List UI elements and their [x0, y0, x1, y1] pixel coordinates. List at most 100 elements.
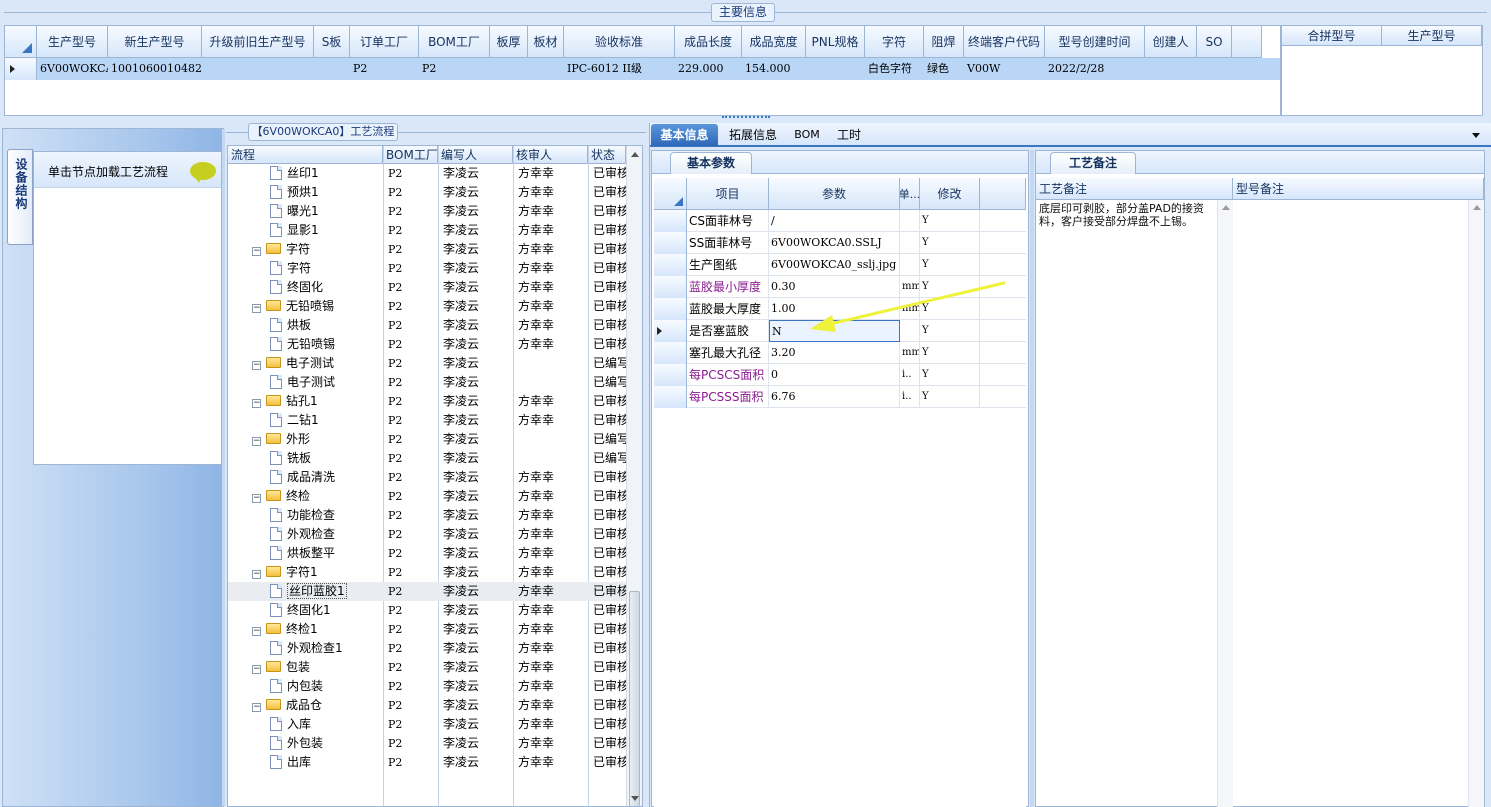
collapse-icon[interactable]: − — [252, 437, 261, 446]
main-col-pnl[interactable]: PNL规格 — [806, 26, 865, 58]
param-value[interactable]: 0 — [769, 364, 900, 386]
flow-row[interactable]: 电子测试 P2 李凌云 已编写 — [228, 373, 626, 392]
main-col-thickness[interactable]: 板厚 — [490, 26, 528, 58]
flow-row[interactable]: 功能检查 P2 李凌云 方幸幸 已审核 — [228, 506, 626, 525]
equipment-structure-tab[interactable]: 设备结构 — [7, 149, 33, 245]
collapse-icon[interactable]: − — [252, 703, 261, 712]
flow-row[interactable]: 无铅喷锡 P2 李凌云 方幸幸 已审核 — [228, 335, 626, 354]
param-col-unit[interactable]: 单... — [900, 178, 920, 210]
process-note-header[interactable]: 工艺备注 — [1036, 178, 1233, 200]
param-row[interactable]: 是否塞蓝胶 N Y — [654, 320, 1026, 342]
scroll-up-icon[interactable] — [631, 152, 639, 157]
param-col-value[interactable]: 参数 — [769, 178, 900, 210]
collapse-icon[interactable]: − — [252, 494, 261, 503]
main-cell-bom-factory[interactable]: P2 — [419, 58, 490, 80]
main-col-order-factory[interactable]: 订单工厂 — [350, 26, 419, 58]
main-col-so[interactable]: SO — [1197, 26, 1232, 58]
scroll-thumb[interactable] — [629, 591, 640, 806]
param-value[interactable]: 3.20 — [769, 342, 900, 364]
process-notes-tab[interactable]: 工艺备注 — [1050, 152, 1136, 174]
flow-row[interactable]: − 包装 P2 李凌云 方幸幸 已审核 — [228, 658, 626, 677]
flow-row[interactable]: 丝印1 P2 李凌云 方幸幸 已审核 — [228, 164, 626, 183]
flow-row[interactable]: − 钻孔1 P2 李凌云 方幸幸 已审核 — [228, 392, 626, 411]
tab-bom[interactable]: BOM — [788, 124, 826, 146]
flow-row[interactable]: − 电子测试 P2 李凌云 已编写 — [228, 354, 626, 373]
flow-row[interactable]: − 终检1 P2 李凌云 方幸幸 已审核 — [228, 620, 626, 639]
merge-prod-model-header[interactable]: 生产型号 — [1382, 26, 1482, 46]
flow-row[interactable]: 出库 P2 李凌云 方幸幸 已审核 — [228, 753, 626, 772]
flow-row[interactable]: − 字符 P2 李凌云 方幸幸 已审核 — [228, 240, 626, 259]
main-col-new-model[interactable]: 新生产型号 — [108, 26, 202, 58]
param-value[interactable]: 1.00 — [769, 298, 900, 320]
flow-row[interactable]: 曝光1 P2 李凌云 方幸幸 已审核 — [228, 202, 626, 221]
main-cell-customer[interactable]: V00W — [964, 58, 1045, 80]
tab-basic-info[interactable]: 基本信息 — [651, 124, 718, 146]
param-value[interactable]: N — [769, 320, 900, 342]
flow-row[interactable]: 成品清洗 P2 李凌云 方幸幸 已审核 — [228, 468, 626, 487]
main-cell-prod-model[interactable]: 6V00WOKCA0 — [37, 58, 108, 80]
tab-work-hours[interactable]: 工时 — [830, 124, 868, 146]
collapse-icon[interactable]: − — [252, 570, 261, 579]
main-col-material[interactable]: 板材 — [528, 26, 564, 58]
param-value[interactable]: / — [769, 210, 900, 232]
param-row[interactable]: 蓝胶最小厚度 0.30 mm Y — [654, 276, 1026, 298]
param-row[interactable]: 生产图纸 6V00WOKCA0_sslj.jpg Y — [654, 254, 1026, 276]
flow-row[interactable]: − 外形 P2 李凌云 已编写 — [228, 430, 626, 449]
flow-col-3[interactable]: 核审人 — [513, 146, 588, 164]
flow-row[interactable]: − 无铅喷锡 P2 李凌云 方幸幸 已审核 — [228, 297, 626, 316]
flow-col-4[interactable]: 状态 — [588, 146, 626, 164]
process-note-text[interactable]: 底层印可剥胶，部分盖PAD的接资料，客户接受部分焊盘不上锡。 — [1039, 202, 1217, 228]
flow-row[interactable]: 铣板 P2 李凌云 已编写 — [228, 449, 626, 468]
tabs-dropdown-icon[interactable] — [1472, 133, 1480, 138]
param-col-item[interactable]: 项目 — [687, 178, 769, 210]
main-cell-old-model[interactable] — [202, 58, 314, 80]
flow-row[interactable]: 丝印蓝胶1 P2 李凌云 方幸幸 已审核 — [228, 582, 626, 601]
main-col-char[interactable]: 字符 — [865, 26, 924, 58]
main-col-length[interactable]: 成品长度 — [675, 26, 742, 58]
main-cell-s-board[interactable] — [314, 58, 350, 80]
main-col-created[interactable]: 型号创建时间 — [1045, 26, 1145, 58]
merge-model-header[interactable]: 合拼型号 — [1282, 26, 1382, 46]
main-col-bom-factory[interactable]: BOM工厂 — [419, 26, 490, 58]
main-col-width[interactable]: 成品宽度 — [742, 26, 806, 58]
main-cell-mask[interactable]: 绿色 — [924, 58, 964, 80]
collapse-icon[interactable]: − — [252, 304, 261, 313]
main-cell-creator[interactable] — [1145, 58, 1197, 80]
collapse-icon[interactable]: − — [252, 361, 261, 370]
main-col-old-model[interactable]: 升级前旧生产型号 — [202, 26, 314, 58]
collapse-icon[interactable]: − — [252, 665, 261, 674]
collapse-icon[interactable]: − — [252, 627, 261, 636]
flow-row[interactable]: − 成品仓 P2 李凌云 方幸幸 已审核 — [228, 696, 626, 715]
flow-row[interactable]: 入库 P2 李凌云 方幸幸 已审核 — [228, 715, 626, 734]
param-row[interactable]: 塞孔最大孔径 3.20 mm Y — [654, 342, 1026, 364]
main-cell-width[interactable]: 154.000 — [742, 58, 806, 80]
flow-row[interactable]: 字符 P2 李凌云 方幸幸 已审核 — [228, 259, 626, 278]
param-col-modify[interactable]: 修改 — [920, 178, 980, 210]
main-col-creator[interactable]: 创建人 — [1145, 26, 1197, 58]
param-value[interactable]: 6.76 — [769, 386, 900, 408]
flow-row[interactable]: 烘板 P2 李凌云 方幸幸 已审核 — [228, 316, 626, 335]
model-note-header[interactable]: 型号备注 — [1233, 178, 1484, 200]
flow-row[interactable]: 终固化1 P2 李凌云 方幸幸 已审核 — [228, 601, 626, 620]
param-row[interactable]: CS面菲林号 / Y — [654, 210, 1026, 232]
main-cell-length[interactable]: 229.000 — [675, 58, 742, 80]
flow-row[interactable]: 预烘1 P2 李凌云 方幸幸 已审核 — [228, 183, 626, 202]
param-row[interactable]: 蓝胶最大厚度 1.00 mm Y — [654, 298, 1026, 320]
param-value[interactable]: 6V00WOKCA0_sslj.jpg — [769, 254, 900, 276]
main-cell-so[interactable] — [1197, 58, 1232, 80]
param-value[interactable]: 6V00WOKCA0.SSLJ — [769, 232, 900, 254]
flow-row[interactable]: 外观检查1 P2 李凌云 方幸幸 已审核 — [228, 639, 626, 658]
flow-row[interactable]: 二钻1 P2 李凌云 方幸幸 已审核 — [228, 411, 626, 430]
flow-row[interactable]: 烘板整平 P2 李凌云 方幸幸 已审核 — [228, 544, 626, 563]
basic-params-tab[interactable]: 基本参数 — [670, 152, 752, 174]
main-col-standard[interactable]: 验收标准 — [564, 26, 675, 58]
flow-col-2[interactable]: 编写人 — [438, 146, 513, 164]
main-cell-standard[interactable]: IPC-6012 II级 — [564, 58, 675, 80]
tab-extended-info[interactable]: 拓展信息 — [722, 124, 784, 146]
collapse-icon[interactable]: − — [252, 399, 261, 408]
main-cell-thickness[interactable] — [490, 58, 528, 80]
main-cell-pnl[interactable] — [806, 58, 865, 80]
main-cell-created[interactable]: 2022/2/28 — [1045, 58, 1145, 80]
param-value[interactable]: 0.30 — [769, 276, 900, 298]
flow-row[interactable]: 外包装 P2 李凌云 方幸幸 已审核 — [228, 734, 626, 753]
